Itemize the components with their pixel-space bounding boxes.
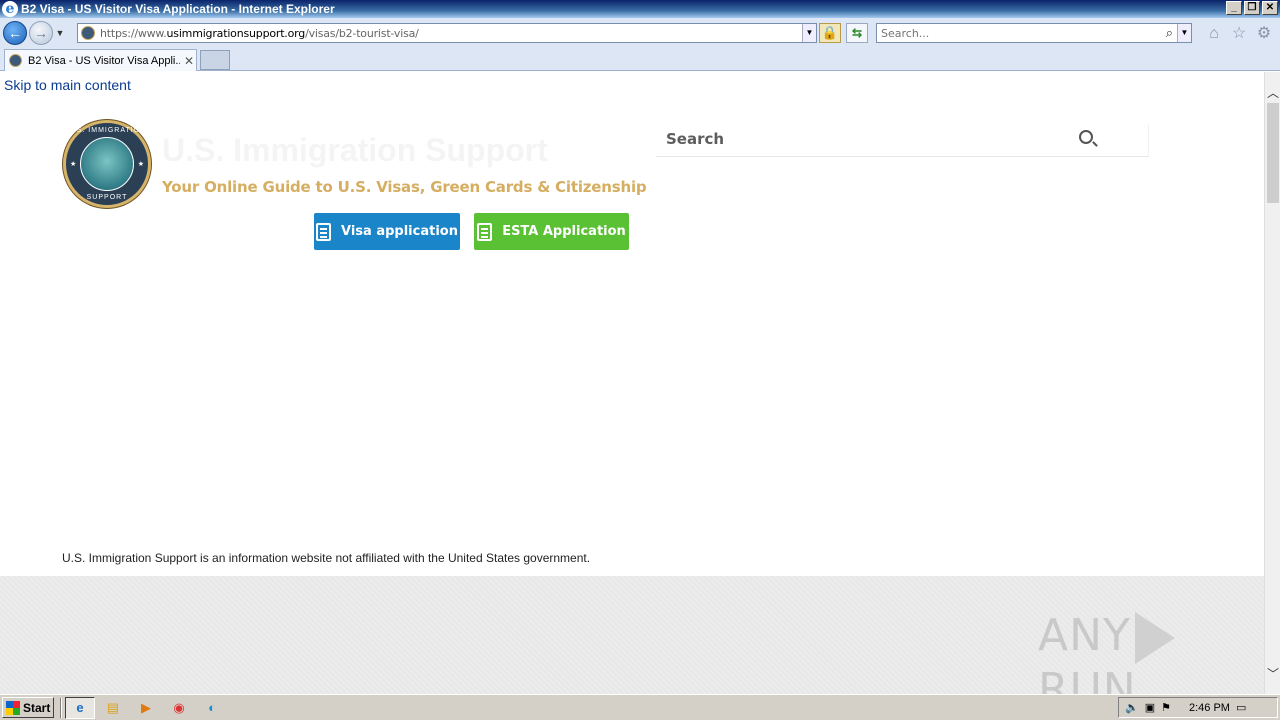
scroll-up-icon[interactable]: ︿ (1267, 84, 1279, 101)
gear-icon[interactable]: ⚙ (1255, 25, 1273, 43)
logo-top-text: U.S. IMMIGRATION (67, 127, 147, 134)
esta-application-button[interactable]: ESTA Application (474, 213, 629, 250)
navigation-bar: ← → ▼ https://www.usimmigrationsupport.o… (0, 18, 1280, 48)
network-icon[interactable]: ▣ (1145, 701, 1155, 714)
forward-button[interactable]: → (29, 21, 53, 45)
esta-application-label: ESTA Application (502, 224, 626, 239)
browser-search-box[interactable]: ⌕ ▼ (876, 23, 1192, 43)
site-logo[interactable]: U.S. IMMIGRATION ★ ★ SUPPORT (63, 120, 151, 208)
statue-of-liberty-icon (80, 137, 134, 191)
new-tab-button[interactable] (200, 50, 230, 70)
favorites-star-icon[interactable]: ☆ (1230, 25, 1248, 43)
taskbar-separator (60, 697, 62, 718)
address-url[interactable]: https://www.usimmigrationsupport.org/vis… (100, 27, 419, 40)
scroll-down-icon[interactable]: ﹀ (1267, 665, 1279, 682)
visa-application-label: Visa application (341, 224, 458, 239)
clock[interactable]: 2:46 PM (1189, 702, 1230, 714)
tab-title: B2 Visa - US Visitor Visa Appli... (28, 54, 180, 67)
window-title: B2 Visa - US Visitor Visa Application - … (21, 2, 335, 16)
browser-search-input[interactable] (877, 26, 1147, 40)
document-icon (316, 222, 332, 241)
scroll-thumb[interactable] (1267, 103, 1279, 203)
site-tagline: Your Online Guide to U.S. Visas, Green C… (162, 178, 647, 196)
site-favicon-icon (81, 26, 95, 40)
search-icon[interactable]: ⌕ (1166, 24, 1173, 42)
search-icon[interactable] (1079, 130, 1093, 144)
volume-icon[interactable]: 🔈 (1125, 701, 1139, 714)
show-desktop-icon[interactable]: ▭ (1236, 701, 1246, 714)
lock-icon[interactable]: 🔒 (819, 23, 841, 43)
anyrun-watermark: ANYRUN (1038, 610, 1264, 694)
taskbar-media-player-icon[interactable]: ▶ (131, 697, 161, 719)
disclaimer-text: U.S. Immigration Support is an informati… (62, 551, 591, 565)
ie-logo-icon: e (2, 1, 18, 17)
close-button[interactable]: ✕ (1262, 1, 1278, 15)
tab-close-icon[interactable]: ✕ (184, 54, 194, 68)
windows-logo-icon (6, 700, 20, 715)
start-button[interactable]: Start (2, 697, 54, 718)
address-dropdown-icon[interactable]: ▼ (802, 24, 816, 42)
taskbar-edge-icon[interactable]: ◐ (197, 697, 227, 719)
site-search (656, 124, 1149, 157)
window-titlebar: e B2 Visa - US Visitor Visa Application … (0, 0, 1280, 18)
visa-application-button[interactable]: Visa application (314, 213, 460, 250)
system-tray: 🔈 ▣ ⚑ 2:46 PM ▭ (1118, 697, 1278, 718)
minimize-button[interactable]: _ (1226, 1, 1242, 15)
logo-star-icon: ★ (70, 161, 77, 168)
home-icon[interactable]: ⌂ (1205, 25, 1223, 43)
tab-active[interactable]: B2 Visa - US Visitor Visa Appli... ✕ (4, 49, 197, 71)
play-logo-icon (1134, 612, 1175, 664)
taskbar-explorer-icon[interactable]: ▤ (98, 697, 128, 719)
logo-star-icon: ★ (137, 161, 144, 168)
taskbar-ie-icon[interactable]: e (65, 696, 95, 719)
search-dropdown-icon[interactable]: ▼ (1177, 24, 1191, 42)
tab-bar: B2 Visa - US Visitor Visa Appli... ✕ (0, 48, 1280, 71)
restore-button[interactable]: ❐ (1244, 1, 1260, 15)
vertical-scrollbar[interactable]: ︿ ﹀ (1264, 72, 1280, 694)
form-icon (477, 222, 493, 241)
start-label: Start (23, 700, 51, 715)
site-search-input[interactable] (656, 124, 1056, 154)
page-viewport: Skip to main content U.S. IMMIGRATION ★ … (0, 72, 1264, 694)
logo-bottom-text: SUPPORT (86, 194, 128, 201)
history-dropdown-icon[interactable]: ▼ (54, 28, 66, 38)
refresh-icon[interactable]: ⇆ (846, 23, 868, 43)
site-title[interactable]: U.S. Immigration Support (162, 132, 548, 169)
flag-icon[interactable]: ⚑ (1161, 701, 1171, 714)
taskbar: Start e ▤ ▶ ◉ ◐ 🔈 ▣ ⚑ 2:46 PM ▭ (0, 694, 1280, 720)
address-bar[interactable]: https://www.usimmigrationsupport.org/vis… (77, 23, 817, 43)
skip-to-main-link[interactable]: Skip to main content (4, 77, 131, 93)
back-button[interactable]: ← (3, 21, 27, 45)
taskbar-chrome-icon[interactable]: ◉ (164, 697, 194, 719)
tab-favicon-icon (9, 54, 22, 67)
